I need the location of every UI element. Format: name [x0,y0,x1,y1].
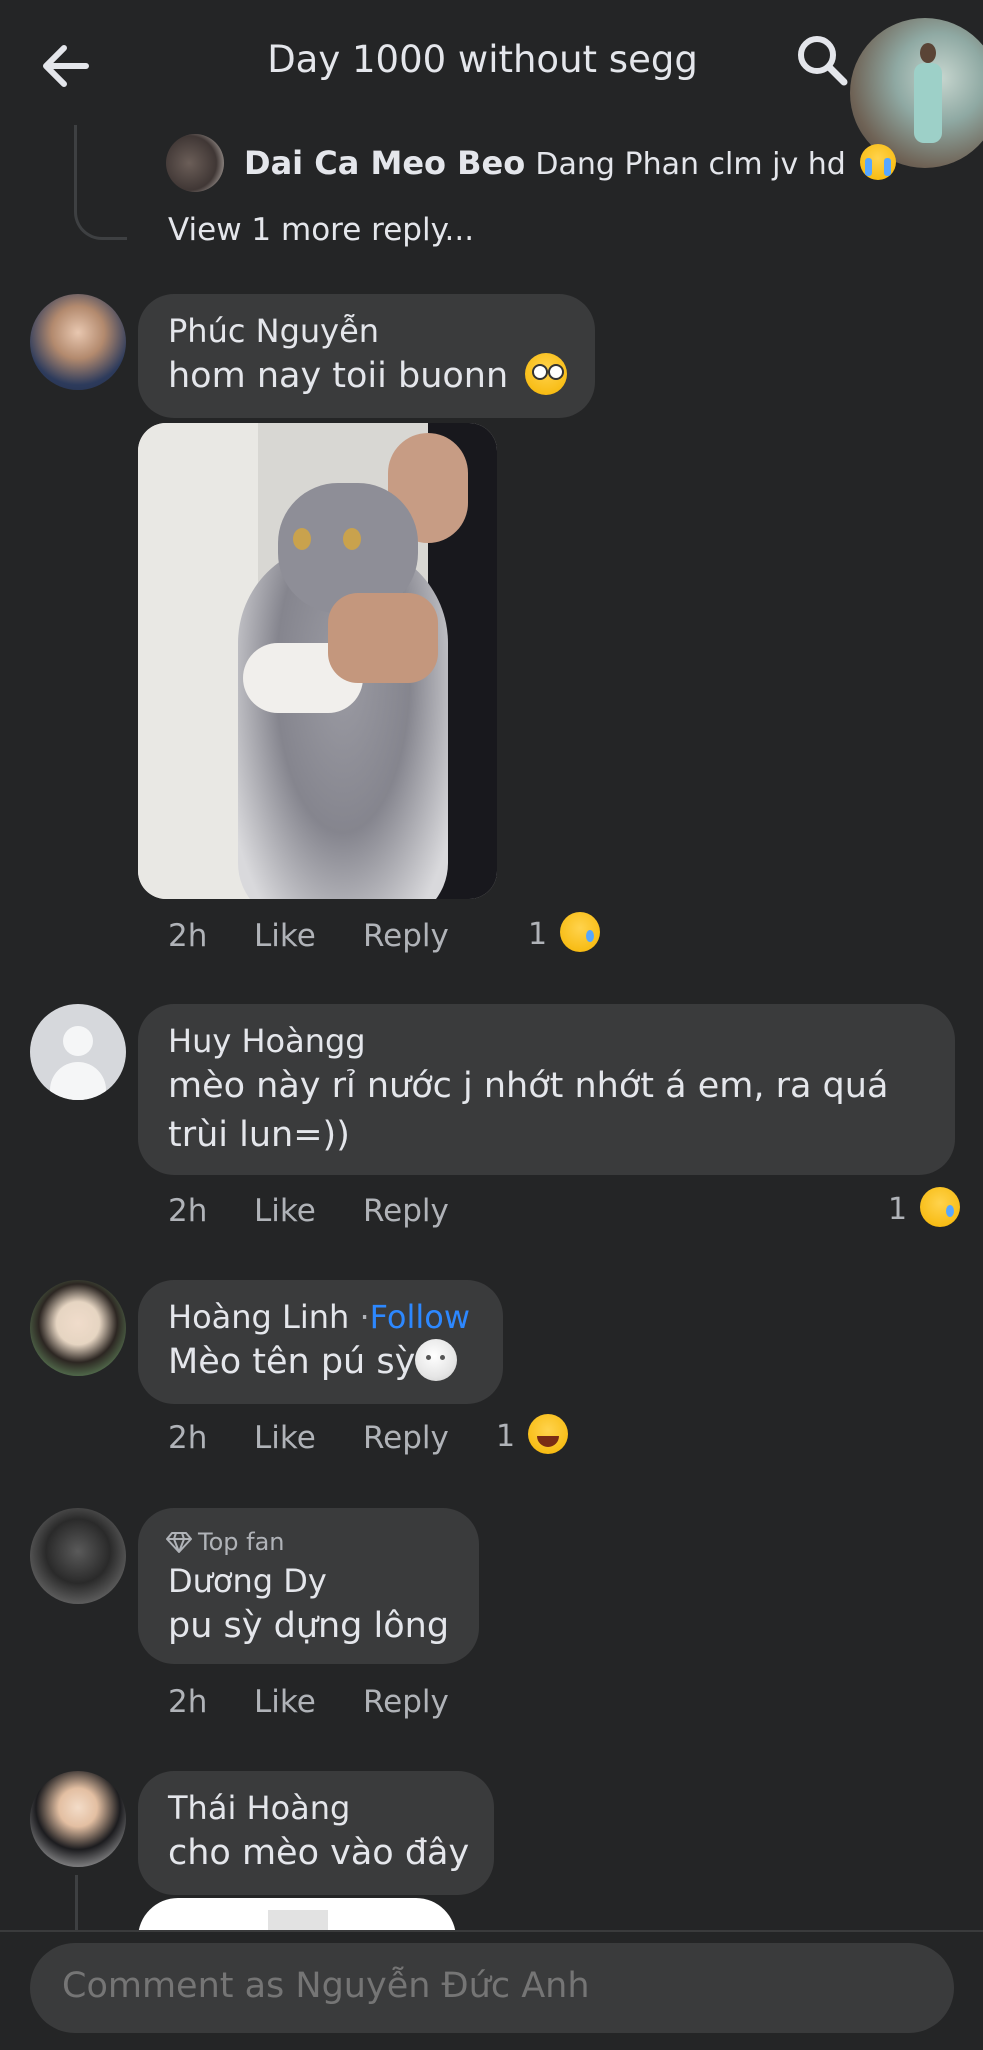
follow-button[interactable]: Follow [370,1298,470,1336]
comment-text: mèo này rỉ nước j nhớt nhớt á em, ra quá [168,1066,889,1106]
comment-photo-cat[interactable] [138,423,497,899]
laughing-emoji [528,1414,569,1454]
separator-dot: · [359,1298,370,1336]
pleading-face-emoji [525,353,568,395]
search-icon[interactable] [792,30,852,90]
comment-text: cho mèo vào đây [168,1833,470,1873]
reaction-summary[interactable]: 1 [528,912,601,952]
reaction-count: 1 [496,1419,516,1454]
comment-author[interactable]: Hoàng Linh [168,1298,349,1336]
avatar[interactable] [166,134,224,192]
reply-text: Dang Phan clm jv hd [535,147,846,182]
avatar[interactable] [30,1280,126,1376]
sad-emoji [560,912,601,952]
thread-connector [74,125,127,240]
comment-time: 2h [168,918,208,954]
reply-button[interactable]: Reply [363,1420,449,1456]
comment-author[interactable]: Phúc Nguyễn [168,312,379,350]
moon-face-emoji [415,1339,458,1381]
comment-input[interactable] [60,1965,924,2007]
reply-preview-line: Dai Ca Meo Beo Dang Phan clm jv hd [244,144,896,182]
reaction-summary[interactable]: 1 [888,1187,961,1227]
badge-label: Top fan [198,1528,285,1556]
avatar[interactable] [30,1004,126,1100]
comment-bubble[interactable]: Huy Hoàngg mèo này rỉ nước j nhớt nhớt á… [138,1004,955,1175]
sad-emoji [920,1187,961,1227]
thread-connector [75,1875,80,1930]
comment-text: trùi lun=)) [168,1115,350,1155]
crying-face-emoji [859,144,896,180]
comment-text: pu sỳ dựng lông [168,1606,450,1646]
comment-author[interactable]: Huy Hoàngg [168,1022,366,1060]
comment-text: hom nay toii buonn [168,356,509,396]
comment-text-line: hom nay toii buonn [168,352,568,401]
reaction-count: 1 [528,917,548,952]
like-button[interactable]: Like [254,918,316,954]
reply-button[interactable]: Reply [363,1684,449,1720]
comment-text: Mèo tên pú sỳ [168,1342,416,1382]
comment-bubble[interactable]: Hoàng Linh ·Follow Mèo tên pú sỳ [138,1280,503,1404]
comment-header: Hoàng Linh ·Follow [168,1298,470,1336]
diamond-icon [166,1532,192,1553]
avatar[interactable] [30,1771,126,1867]
like-button[interactable]: Like [254,1420,316,1456]
comment-bubble[interactable]: Top fan Dương Dy pu sỳ dựng lông [138,1508,479,1664]
reaction-summary[interactable]: 1 [496,1414,569,1454]
like-button[interactable]: Like [254,1193,316,1229]
comment-time: 2h [168,1193,208,1229]
comment-time: 2h [168,1684,208,1720]
comment-bubble[interactable]: Thái Hoàng cho mèo vào đây [138,1771,494,1895]
comment-bubble[interactable]: Phúc Nguyễn hom nay toii buonn [138,294,595,418]
comment-author[interactable]: Dương Dy [168,1562,327,1600]
view-more-replies[interactable]: View 1 more reply... [168,212,474,248]
comment-time: 2h [168,1420,208,1456]
comment-author[interactable]: Thái Hoàng [168,1789,350,1827]
avatar[interactable] [30,294,126,390]
reply-button[interactable]: Reply [363,918,449,954]
top-fan-badge: Top fan [166,1528,285,1556]
like-button[interactable]: Like [254,1684,316,1720]
top-bar: Day 1000 without segg [0,0,983,120]
reply-author[interactable]: Dai Ca Meo Beo [244,144,525,182]
reaction-count: 1 [888,1192,908,1227]
reply-button[interactable]: Reply [363,1193,449,1229]
comment-text-line: Mèo tên pú sỳ [168,1338,458,1387]
avatar[interactable] [30,1508,126,1604]
